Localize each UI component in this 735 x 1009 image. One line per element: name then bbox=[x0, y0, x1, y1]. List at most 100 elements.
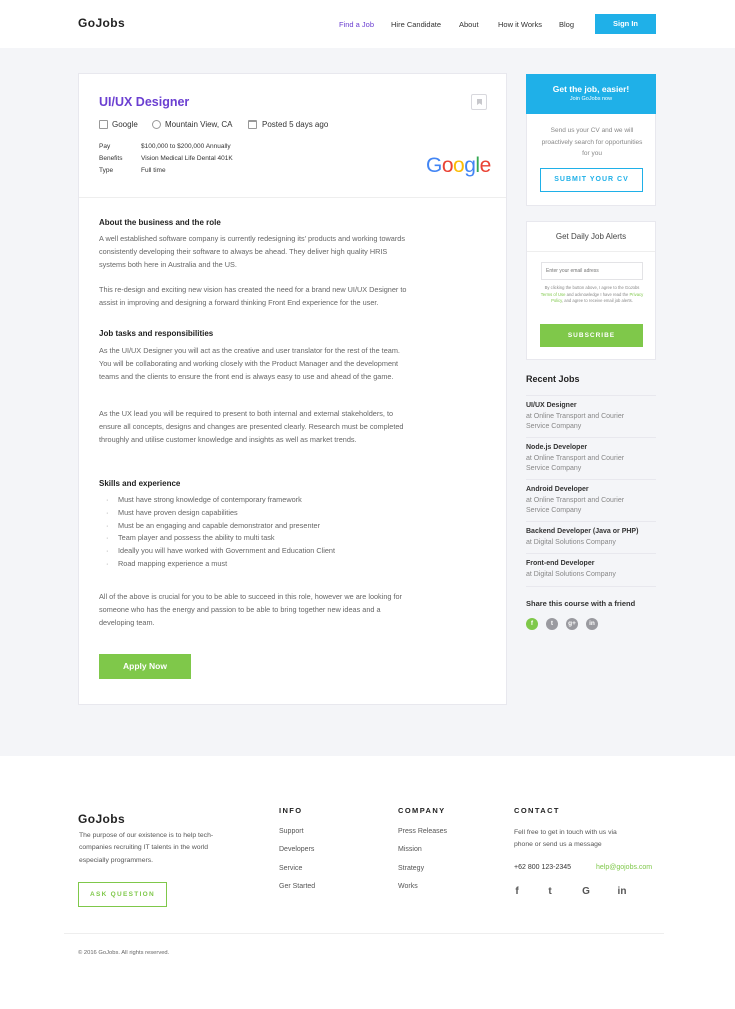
tasks-heading: Job tasks and responsibilities bbox=[99, 329, 214, 338]
twitter-icon[interactable]: t bbox=[546, 618, 558, 630]
skills-heading: Skills and experience bbox=[99, 479, 181, 488]
footer-link[interactable]: Ger Started bbox=[279, 883, 315, 890]
divider bbox=[526, 586, 656, 587]
ask-question-button[interactable]: ASK QUESTION bbox=[78, 882, 167, 907]
list-item: Road mapping experience a must bbox=[106, 558, 335, 571]
footer-contact-text: Fell free to get in touch with us via ph… bbox=[514, 829, 617, 849]
calendar-icon bbox=[248, 120, 257, 129]
building-icon bbox=[99, 120, 108, 129]
divider bbox=[527, 251, 655, 252]
about-heading: About the business and the role bbox=[99, 218, 221, 227]
email-field[interactable] bbox=[541, 262, 643, 280]
footer-link[interactable]: Press Releases bbox=[398, 828, 447, 835]
top-header: GoJobs Find a Job Hire Candidate About H… bbox=[0, 0, 735, 48]
linkedin-icon[interactable]: in bbox=[616, 886, 628, 897]
divider bbox=[526, 479, 656, 480]
logo-letter: G bbox=[426, 154, 442, 177]
copyright: © 2016 GoJobs. All rights reserved. bbox=[78, 950, 170, 956]
logo-letter: o bbox=[441, 154, 454, 177]
nav-hire-candidate[interactable]: Hire Candidate bbox=[391, 20, 441, 29]
consent-part: , and agree to receive email job alerts. bbox=[561, 298, 633, 304]
recent-jobs-heading: Recent Jobs bbox=[526, 374, 580, 384]
posted-date: Posted 5 days ago bbox=[262, 120, 329, 129]
nav-about[interactable]: About bbox=[459, 20, 479, 29]
sign-in-button[interactable]: Sign In bbox=[595, 14, 656, 34]
cv-cta-banner: Get the job, easier! Join GoJobs now bbox=[526, 74, 656, 114]
logo-letter: g bbox=[464, 154, 476, 177]
type-label: Type bbox=[99, 167, 114, 174]
pay-label: Pay bbox=[99, 143, 111, 150]
consent-part: By clicking the button above, I agree to… bbox=[544, 285, 640, 290]
submit-cv-button[interactable]: SUBMIT YOUR CV bbox=[540, 168, 643, 192]
footer-logo[interactable]: GoJobs bbox=[78, 812, 125, 826]
brand-logo[interactable]: GoJobs bbox=[78, 16, 125, 30]
recent-job-title[interactable]: UI/UX Designer bbox=[526, 402, 577, 409]
recent-job-company: at Digital Solutions Company bbox=[526, 571, 616, 578]
list-item: Must be an engaging and capable demonstr… bbox=[106, 520, 335, 533]
company-name: Google bbox=[112, 120, 138, 129]
recent-job-company: at Online Transport and Courier Service … bbox=[526, 497, 625, 514]
terms-link[interactable]: Terms of Use bbox=[541, 292, 566, 297]
footer-phone[interactable]: +62 800 123-2345 bbox=[514, 864, 571, 871]
type-value: Full time bbox=[141, 167, 166, 174]
recent-job-company: at Digital Solutions Company bbox=[526, 539, 616, 546]
facebook-icon[interactable]: f bbox=[511, 886, 523, 897]
facebook-icon[interactable]: f bbox=[526, 618, 538, 630]
recent-job-company: at Online Transport and Courier Service … bbox=[526, 455, 625, 472]
cta-title: Get the job, easier! bbox=[552, 84, 630, 94]
list-item: Ideally you will have worked with Govern… bbox=[106, 545, 335, 558]
recent-job-title[interactable]: Node.js Developer bbox=[526, 444, 587, 451]
footer-link[interactable]: Support bbox=[279, 828, 304, 835]
recent-job-company: at Online Transport and Courier Service … bbox=[526, 413, 625, 430]
footer-link[interactable]: Mission bbox=[398, 846, 422, 853]
divider bbox=[79, 197, 506, 198]
consent-part: and acknowledge I have read the bbox=[566, 291, 629, 297]
recent-job-title[interactable]: Backend Developer (Java or PHP) bbox=[526, 528, 638, 535]
footer-link[interactable]: Strategy bbox=[398, 865, 424, 872]
closing-paragraph: All of the above is crucial for you to b… bbox=[99, 592, 402, 627]
divider bbox=[526, 395, 656, 396]
footer-link[interactable]: Developers bbox=[279, 846, 314, 853]
consent-text: By clicking the button above, I agree to… bbox=[539, 285, 645, 305]
job-alerts-box: Get Daily Job Alerts By clicking the but… bbox=[526, 221, 656, 360]
cta-text: Send us your CV and we will proactively … bbox=[541, 127, 643, 157]
list-item: Must have proven design capabilities bbox=[106, 507, 335, 520]
apply-now-button[interactable]: Apply Now bbox=[99, 654, 191, 679]
subscribe-button[interactable]: SUBSCRIBE bbox=[540, 324, 643, 347]
company-logo: Google bbox=[426, 154, 491, 178]
cv-cta-body: Send us your CV and we will proactively … bbox=[526, 114, 656, 206]
list-item: Must have strong knowledge of contempora… bbox=[106, 494, 335, 507]
google-icon[interactable]: G bbox=[580, 886, 592, 897]
divider bbox=[526, 521, 656, 522]
footer-email[interactable]: help@gojobs.com bbox=[596, 864, 652, 871]
alerts-title: Get Daily Job Alerts bbox=[555, 232, 627, 241]
skills-list: Must have strong knowledge of contempora… bbox=[106, 494, 335, 571]
logo-letter: e bbox=[479, 154, 492, 177]
logo-letter: o bbox=[453, 154, 465, 177]
recent-job-title[interactable]: Front-end Developer bbox=[526, 560, 594, 567]
linkedin-icon[interactable]: in bbox=[586, 618, 598, 630]
about-paragraph-2: This re-design and exciting new vision h… bbox=[99, 285, 407, 307]
cta-subtitle[interactable]: Join GoJobs now bbox=[526, 96, 656, 102]
google-plus-icon[interactable]: g+ bbox=[566, 618, 578, 630]
footer-about: The purpose of our existence is to help … bbox=[79, 832, 214, 864]
share-heading: Share this course with a friend bbox=[526, 599, 636, 608]
bookmark-icon[interactable] bbox=[471, 94, 487, 110]
recent-job-title[interactable]: Android Developer bbox=[526, 486, 589, 493]
tasks-paragraph-1: As the UI/UX Designer you will act as th… bbox=[99, 346, 400, 381]
footer-link[interactable]: Works bbox=[398, 883, 418, 890]
footer-link[interactable]: Service bbox=[279, 865, 302, 872]
twitter-icon[interactable]: t bbox=[544, 886, 556, 897]
pay-value: $100,000 to $200,000 Annually bbox=[141, 143, 231, 150]
nav-find-a-job[interactable]: Find a Job bbox=[339, 20, 374, 29]
divider bbox=[526, 553, 656, 554]
nav-how-it-works[interactable]: How it Works bbox=[498, 20, 542, 29]
footer-company-heading: COMPANY bbox=[398, 806, 446, 815]
tasks-paragraph-2: As the UX lead you will be required to p… bbox=[99, 409, 404, 444]
footer-divider bbox=[64, 933, 664, 934]
nav-blog[interactable]: Blog bbox=[559, 20, 574, 29]
about-paragraph-1: A well established software company is c… bbox=[99, 234, 405, 269]
benefits-label: Benefits bbox=[99, 155, 123, 162]
job-location: Mountain View, CA bbox=[165, 120, 233, 129]
job-detail-card: UI/UX Designer Google Mountain View, CA … bbox=[78, 73, 507, 705]
